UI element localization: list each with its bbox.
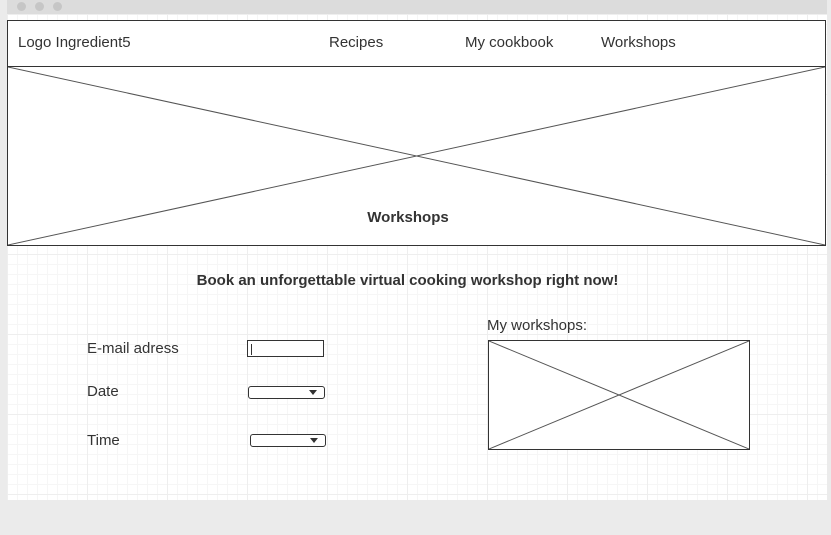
date-dropdown[interactable] bbox=[248, 386, 325, 399]
window-maximize-dot[interactable] bbox=[53, 2, 62, 11]
chevron-down-icon bbox=[309, 390, 317, 395]
my-workshops-label: My workshops: bbox=[487, 317, 588, 334]
window-close-dot[interactable] bbox=[17, 2, 26, 11]
text-caret bbox=[251, 344, 252, 355]
chevron-down-icon bbox=[310, 438, 318, 443]
workshops-placeholder-cross bbox=[489, 341, 749, 449]
email-label: E-mail adress bbox=[87, 340, 179, 357]
my-workshops-placeholder bbox=[488, 340, 750, 450]
navbar: Logo Ingredient5 Recipes My cookbook Wor… bbox=[7, 20, 826, 67]
nav-link-my-cookbook[interactable]: My cookbook bbox=[465, 34, 553, 51]
page-headline: Book an unforgettable virtual cooking wo… bbox=[196, 272, 619, 289]
nav-link-recipes[interactable]: Recipes bbox=[329, 34, 383, 51]
hero-image-placeholder: Workshops bbox=[7, 66, 826, 246]
hero-title: Workshops bbox=[367, 209, 449, 226]
time-label: Time bbox=[87, 432, 120, 449]
time-dropdown[interactable] bbox=[250, 434, 326, 447]
browser-title-bar bbox=[7, 0, 827, 14]
window-minimize-dot[interactable] bbox=[35, 2, 44, 11]
date-label: Date bbox=[87, 383, 119, 400]
logo-text[interactable]: Logo Ingredient5 bbox=[18, 34, 131, 51]
nav-link-workshops[interactable]: Workshops bbox=[601, 34, 676, 51]
email-field[interactable] bbox=[247, 340, 324, 357]
